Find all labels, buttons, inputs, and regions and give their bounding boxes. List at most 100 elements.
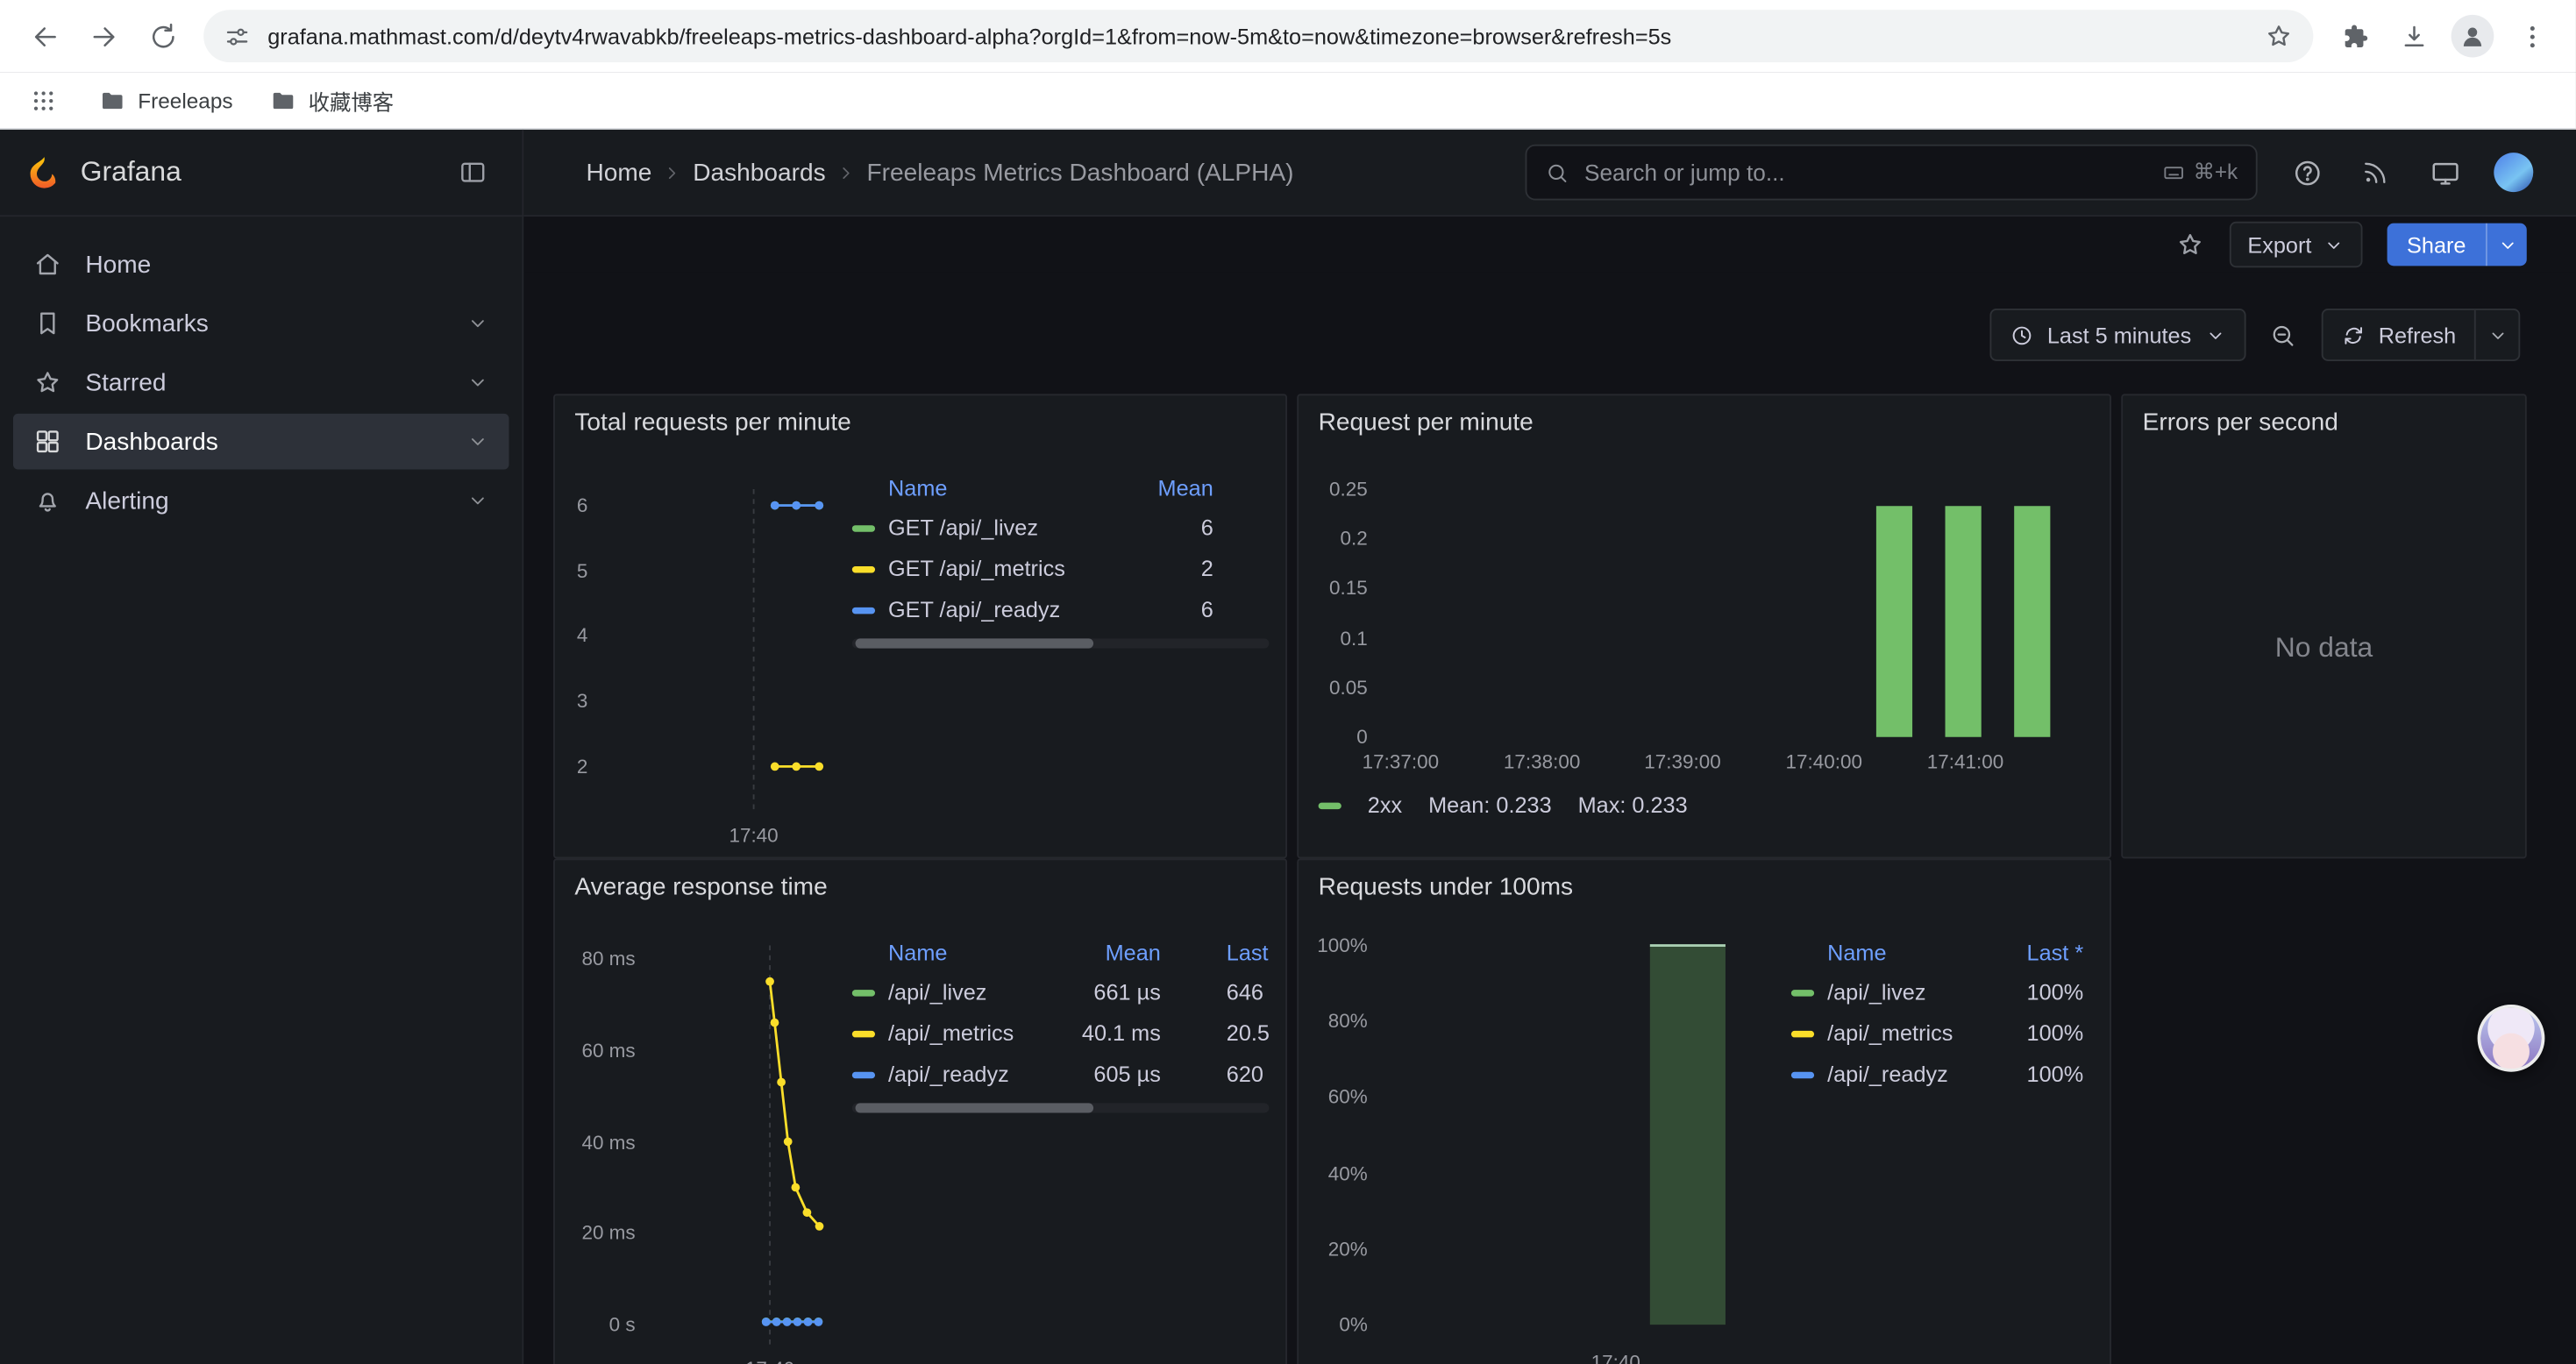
user-avatar[interactable] xyxy=(2487,146,2540,199)
breadcrumb-home[interactable]: Home xyxy=(586,159,651,187)
sidebar-item-bookmarks[interactable]: Bookmarks xyxy=(13,295,509,352)
legend-row[interactable]: /api/_readyz 605 µs 620 µs xyxy=(852,1054,1270,1095)
brand-name[interactable]: Grafana xyxy=(81,156,181,188)
sidebar-toggle-button[interactable] xyxy=(450,149,495,195)
timeseries-plot[interactable]: 6543217:40 xyxy=(604,489,843,811)
legend-header: Name Last * xyxy=(1791,933,2083,972)
series-name: /api/_metrics xyxy=(1827,1021,1998,1046)
legend-header: Name Mean xyxy=(852,468,1270,508)
grafana-logo[interactable] xyxy=(26,154,62,190)
chevron-down-icon[interactable] xyxy=(466,489,489,512)
refresh-interval-caret[interactable] xyxy=(2474,310,2519,359)
panel-title[interactable]: Request per minute xyxy=(1319,408,1534,437)
browser-menu-button[interactable] xyxy=(2504,8,2560,64)
legend-row[interactable]: /api/_readyz 100% xyxy=(1791,1054,2083,1095)
person-icon xyxy=(2456,19,2488,52)
address-bar[interactable]: grafana.mathmast.com/d/deytv4rwavabkb/fr… xyxy=(203,10,2313,62)
share-button[interactable]: Share xyxy=(2387,224,2527,266)
series-name: GET /api/_livez xyxy=(888,515,1148,540)
timeseries-plot[interactable]: 80 ms60 ms40 ms20 ms0 s17:40 xyxy=(651,946,842,1345)
time-range-picker[interactable]: Last 5 minutes xyxy=(1989,309,2245,361)
series-max: Max: 0.233 xyxy=(1578,792,1688,817)
legend-row[interactable]: GET /api/_metrics 2 xyxy=(852,548,1270,589)
legend-row[interactable]: /api/_metrics 40.1 ms 20.5 ms xyxy=(852,1012,1270,1054)
series-mean: 605 µs xyxy=(1063,1062,1161,1087)
profile-button[interactable] xyxy=(2444,8,2501,64)
series-name: /api/_readyz xyxy=(888,1062,1062,1087)
extensions-button[interactable] xyxy=(2326,8,2382,64)
legend-row[interactable]: /api/_livez 100% xyxy=(1791,972,2083,1013)
y-axis-tick: 60 ms xyxy=(570,1039,636,1062)
series-color-dash xyxy=(1791,1030,1814,1036)
bookmark-folder-blogs[interactable]: 收藏博客 xyxy=(269,84,394,116)
apps-grid-button[interactable] xyxy=(23,81,62,120)
help-button[interactable] xyxy=(2281,146,2333,199)
series-last: 100% xyxy=(1998,1021,2083,1046)
bar-plot[interactable]: 100%80%60%40%20%0%17:40 xyxy=(1384,935,1787,1338)
panel-title[interactable]: Errors per second xyxy=(2143,408,2338,437)
breadcrumb-dashboards[interactable]: Dashboards xyxy=(693,159,825,187)
legend-col-name[interactable]: Name xyxy=(852,475,1148,500)
reload-button[interactable] xyxy=(135,8,191,64)
panel-title[interactable]: Average response time xyxy=(574,873,827,901)
kebab-menu-icon xyxy=(2516,20,2548,52)
panel-title[interactable]: Requests under 100ms xyxy=(1319,873,1573,901)
legend-row[interactable]: GET /api/_livez 6 xyxy=(852,508,1270,549)
display-button[interactable] xyxy=(2418,146,2471,199)
bar-plot[interactable]: 0.250.20.150.10.05017:37:0017:38:0017:39… xyxy=(1384,478,2074,737)
legend-row[interactable]: GET /api/_readyz 6 xyxy=(852,589,1270,630)
share-menu-caret[interactable] xyxy=(2486,224,2527,266)
scrollbar-thumb[interactable] xyxy=(856,638,1093,648)
sidebar-item-dashboards[interactable]: Dashboards xyxy=(13,414,509,470)
legend-scrollbar[interactable] xyxy=(852,1103,1270,1112)
bookmark-label: Freeleaps xyxy=(138,88,232,112)
legend-row[interactable]: 2xx xyxy=(1319,792,1403,817)
series-color-dash xyxy=(852,565,875,572)
bookmark-star-icon[interactable] xyxy=(2264,21,2294,51)
series-last: 620 µs xyxy=(1227,1062,1270,1087)
back-button[interactable] xyxy=(17,8,73,64)
chevron-down-icon[interactable] xyxy=(466,430,489,453)
chevron-down-icon[interactable] xyxy=(466,371,489,394)
sidebar-item-alerting[interactable]: Alerting xyxy=(13,472,509,529)
series-last: 20.5 ms xyxy=(1227,1021,1270,1046)
favorite-star-button[interactable] xyxy=(2175,230,2205,259)
legend-col-name[interactable]: Name xyxy=(1791,940,1998,964)
legend-col-mean[interactable]: Mean xyxy=(1063,940,1161,964)
x-axis-tick: 17:39:00 xyxy=(1617,750,1748,773)
y-axis-tick: 4 xyxy=(555,624,587,647)
downloads-button[interactable] xyxy=(2386,8,2442,64)
search-input[interactable]: Search or jump to... ⌘+k xyxy=(1526,145,2258,201)
x-axis-tick: 17:38:00 xyxy=(1477,750,1608,773)
forward-button[interactable] xyxy=(75,8,132,64)
legend-rows: GET /api/_livez 6 GET /api/_metrics 2 GE… xyxy=(852,508,1270,630)
sidebar-item-home[interactable]: Home xyxy=(13,237,509,293)
sidebar-item-starred[interactable]: Starred xyxy=(13,354,509,410)
news-button[interactable] xyxy=(2350,146,2402,199)
scrollbar-thumb[interactable] xyxy=(856,1103,1093,1112)
zoom-out-button[interactable] xyxy=(2259,310,2308,359)
panel-title[interactable]: Total requests per minute xyxy=(574,408,850,437)
panel-request-per-minute: Request per minute 0.250.20.150.10.05017… xyxy=(1297,394,2111,858)
legend-col-last[interactable]: Last * xyxy=(1998,940,2083,964)
export-button[interactable]: Export xyxy=(2230,222,2363,267)
legend-scrollbar[interactable] xyxy=(852,638,1270,648)
legend-col-name[interactable]: Name xyxy=(852,940,1063,964)
chevron-down-icon[interactable] xyxy=(466,312,489,335)
x-axis-tick: 17:40:00 xyxy=(1758,750,1889,773)
x-axis-tick: 17:40 xyxy=(704,1358,836,1364)
chat-assistant-avatar[interactable] xyxy=(2478,1005,2545,1072)
legend-row[interactable]: /api/_livez 661 µs 646 µs xyxy=(852,972,1270,1013)
chevron-down-icon xyxy=(2496,234,2517,255)
bookmark-folder-freeleaps[interactable]: Freeleaps xyxy=(98,86,232,114)
y-axis-tick: 0 xyxy=(1319,726,1368,749)
chevron-right-icon xyxy=(836,161,857,182)
refresh-button-group: Refresh xyxy=(2321,309,2520,361)
legend-row[interactable]: /api/_metrics 100% xyxy=(1791,1012,2083,1054)
legend-col-mean[interactable]: Mean xyxy=(1148,475,1213,500)
legend-col-last[interactable]: Last * xyxy=(1227,940,1270,964)
panel-legend: Name Last * /api/_livez 100% xyxy=(1791,933,2083,1095)
y-axis-tick: 2 xyxy=(555,755,587,778)
refresh-button[interactable]: Refresh xyxy=(2323,310,2474,359)
series-mean: Mean: 0.233 xyxy=(1428,792,1552,817)
